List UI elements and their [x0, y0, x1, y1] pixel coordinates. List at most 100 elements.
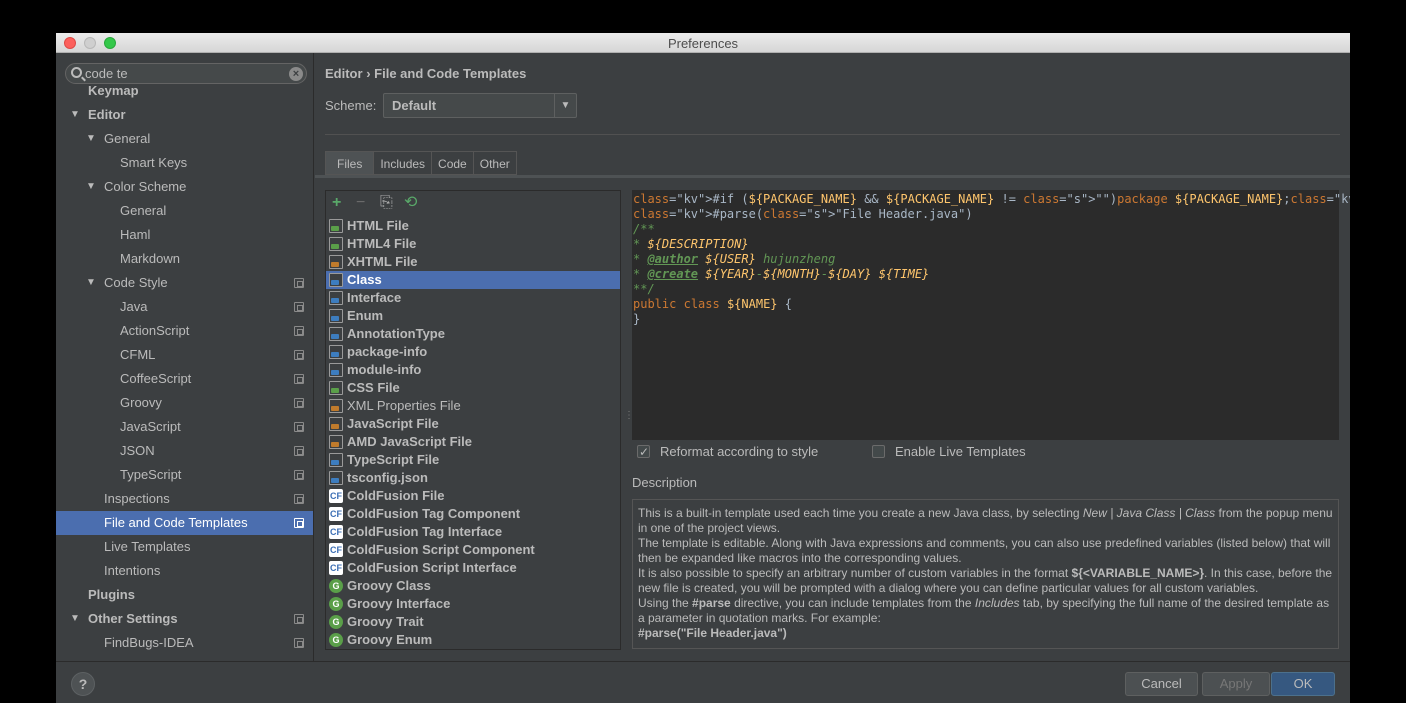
- sidebar-item[interactable]: TypeScript: [56, 463, 313, 487]
- coldfusion-icon: [329, 561, 343, 575]
- template-item[interactable]: Groovy Enum: [326, 631, 620, 649]
- template-name: tsconfig.json: [347, 470, 428, 485]
- json-file-icon: [329, 471, 343, 485]
- template-item[interactable]: HTML4 File: [326, 235, 620, 253]
- tab-files[interactable]: Files: [325, 151, 375, 175]
- template-item[interactable]: ColdFusion Tag Interface: [326, 523, 620, 541]
- project-scope-icon: [294, 326, 304, 336]
- template-item[interactable]: HTML File: [326, 217, 620, 235]
- tab-other[interactable]: Other: [473, 151, 517, 175]
- sidebar-item[interactable]: Groovy: [56, 391, 313, 415]
- main-panel: Editor › File and Code Templates Scheme:…: [315, 53, 1350, 661]
- template-name: JavaScript File: [347, 416, 439, 431]
- expand-arrow-icon[interactable]: ▼: [70, 607, 80, 631]
- tab-code[interactable]: Code: [432, 151, 474, 175]
- project-scope-icon: [294, 398, 304, 408]
- cancel-button[interactable]: Cancel: [1125, 672, 1198, 696]
- sidebar-item[interactable]: ▼ Editor: [56, 103, 313, 127]
- apply-button[interactable]: Apply: [1202, 672, 1270, 696]
- template-item[interactable]: module-info: [326, 361, 620, 379]
- sidebar-item[interactable]: FindBugs-IDEA: [56, 631, 313, 655]
- reset-icon[interactable]: ⟲: [404, 194, 417, 212]
- sidebar-item[interactable]: ▼ Code Style: [56, 271, 313, 295]
- editor-line: class="kv">#if (${PACKAGE_NAME} && ${PAC…: [633, 192, 1350, 206]
- sidebar-item[interactable]: Inspections: [56, 487, 313, 511]
- template-item[interactable]: ColdFusion File: [326, 487, 620, 505]
- sidebar-item[interactable]: ▼ General: [56, 127, 313, 151]
- sidebar-item[interactable]: ActionScript: [56, 319, 313, 343]
- template-item[interactable]: XML Properties File: [326, 397, 620, 415]
- sidebar-item[interactable]: Java: [56, 295, 313, 319]
- sidebar-item[interactable]: General: [56, 199, 313, 223]
- template-item[interactable]: CSS File: [326, 379, 620, 397]
- sidebar-item[interactable]: JSON: [56, 439, 313, 463]
- help-button[interactable]: ?: [71, 672, 95, 696]
- copy-icon[interactable]: ⎘: [380, 194, 393, 212]
- template-name: Groovy Trait: [347, 614, 424, 629]
- ok-button[interactable]: OK: [1271, 672, 1335, 696]
- template-item[interactable]: TypeScript File: [326, 451, 620, 469]
- sidebar-item[interactable]: Keymap: [56, 83, 313, 103]
- sidebar-item-label: FindBugs-IDEA: [104, 635, 194, 650]
- template-item[interactable]: ColdFusion Script Component: [326, 541, 620, 559]
- sidebar-item[interactable]: Intentions: [56, 559, 313, 583]
- template-editor[interactable]: class="kv">#if (${PACKAGE_NAME} && ${PAC…: [632, 190, 1350, 440]
- expand-arrow-icon[interactable]: ▼: [70, 103, 80, 127]
- sidebar-item[interactable]: JavaScript: [56, 415, 313, 439]
- coldfusion-icon: [329, 543, 343, 557]
- template-list-panel: + − ⎘ ⟲ HTML File HTML4 File XHTML File Cla…: [325, 190, 621, 650]
- sidebar-item-label: JSON: [120, 443, 155, 458]
- project-scope-icon: [294, 518, 304, 528]
- sidebar-item[interactable]: ▼ Color Scheme: [56, 175, 313, 199]
- description-paragraph: Using the #parse directive, you can incl…: [638, 596, 1330, 625]
- clear-search-icon[interactable]: ×: [289, 67, 303, 81]
- editor-line: * @author ${USER} hujunzheng: [633, 252, 836, 266]
- template-item[interactable]: Enum: [326, 307, 620, 325]
- sidebar-item-label: Groovy: [120, 395, 162, 410]
- sidebar-item[interactable]: Plugins: [56, 583, 313, 607]
- live-templates-label: Enable Live Templates: [895, 444, 1026, 459]
- project-scope-icon: [294, 374, 304, 384]
- expand-arrow-icon[interactable]: ▼: [86, 127, 96, 151]
- template-item[interactable]: Groovy Interface: [326, 595, 620, 613]
- coldfusion-icon: [329, 489, 343, 503]
- sidebar-item[interactable]: Markdown: [56, 247, 313, 271]
- template-item[interactable]: ColdFusion Tag Component: [326, 505, 620, 523]
- template-item[interactable]: Interface: [326, 289, 620, 307]
- template-item[interactable]: XHTML File: [326, 253, 620, 271]
- sidebar-item[interactable]: Smart Keys: [56, 151, 313, 175]
- expand-arrow-icon[interactable]: ▼: [86, 175, 96, 199]
- template-item[interactable]: tsconfig.json: [326, 469, 620, 487]
- template-item[interactable]: AnnotationType: [326, 325, 620, 343]
- template-item[interactable]: Groovy Trait: [326, 613, 620, 631]
- sidebar-item[interactable]: CoffeeScript: [56, 367, 313, 391]
- sidebar-item[interactable]: CFML: [56, 343, 313, 367]
- dialog-footer: ? Cancel Apply OK: [56, 661, 1350, 703]
- tab-includes[interactable]: Includes: [374, 151, 433, 175]
- sidebar-item[interactable]: Haml: [56, 223, 313, 247]
- template-item[interactable]: Class: [326, 271, 620, 289]
- reformat-checkbox-box[interactable]: [637, 444, 650, 460]
- groovy-icon: [329, 615, 343, 629]
- template-item[interactable]: package-info: [326, 343, 620, 361]
- expand-arrow-icon[interactable]: ▼: [86, 271, 96, 295]
- template-item[interactable]: ColdFusion Script Interface: [326, 559, 620, 577]
- sidebar-item-label: General: [120, 203, 167, 218]
- sidebar-item[interactable]: File and Code Templates: [56, 511, 313, 535]
- description-label: Description: [632, 475, 698, 490]
- remove-icon[interactable]: −: [356, 194, 365, 212]
- sidebar-item[interactable]: ▼ Other Settings: [56, 607, 313, 631]
- template-item[interactable]: JavaScript File: [326, 415, 620, 433]
- project-scope-icon: [294, 422, 304, 432]
- add-icon[interactable]: +: [332, 194, 341, 212]
- live-templates-checkbox-box[interactable]: [872, 445, 885, 458]
- project-scope-icon: [294, 446, 304, 456]
- title-bar: Preferences: [56, 33, 1350, 53]
- divider: [325, 134, 1340, 135]
- scheme-select[interactable]: Default ▼: [383, 93, 577, 118]
- sidebar-item[interactable]: Live Templates: [56, 535, 313, 559]
- template-name: Interface: [347, 290, 402, 305]
- template-item[interactable]: AMD JavaScript File: [326, 433, 620, 451]
- template-item[interactable]: Groovy Class: [326, 577, 620, 595]
- description-paragraph: It is also possible to specify an arbitr…: [638, 566, 1333, 595]
